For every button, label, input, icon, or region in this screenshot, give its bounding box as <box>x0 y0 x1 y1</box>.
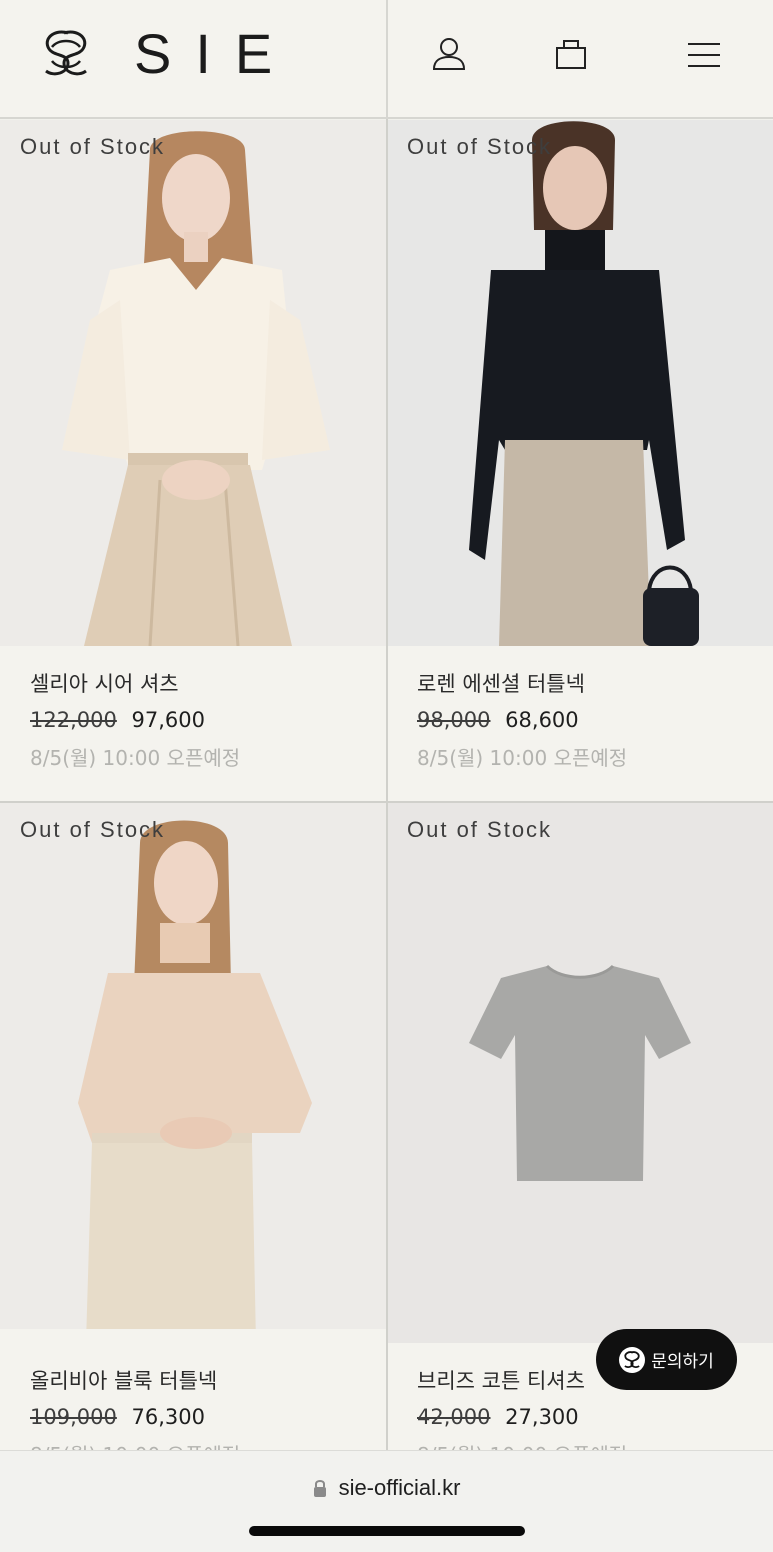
url-text[interactable]: sie-official.kr <box>339 1475 461 1501</box>
product-card[interactable]: Out of Stock 로렌 에센셜 터틀넥 98,000 68,600 8/… <box>387 120 773 801</box>
sale-price: 97,600 <box>131 708 206 732</box>
product-info: 로렌 에센셜 터틀넥 98,000 68,600 8/5(월) 10:00 오픈… <box>417 668 627 771</box>
hamburger-menu-icon[interactable] <box>686 36 722 72</box>
out-of-stock-badge: Out of Stock <box>407 817 553 842</box>
price-row: 98,000 68,600 <box>417 708 627 732</box>
out-of-stock-badge: Out of Stock <box>20 817 166 842</box>
chat-label: 문의하기 <box>651 1352 714 1372</box>
brand-monogram-icon <box>45 30 87 76</box>
brand-logo[interactable]: SIE <box>38 22 297 85</box>
original-price: 109,000 <box>30 1405 117 1429</box>
original-price: 42,000 <box>417 1405 491 1429</box>
open-schedule: 8/5(월) 10:00 오픈예정 <box>417 746 628 770</box>
product-name[interactable]: 브리즈 코튼 티셔츠 <box>417 1365 627 1395</box>
lock-icon <box>313 1480 326 1497</box>
product-name[interactable]: 셀리아 시어 셔츠 <box>30 668 240 698</box>
product-name[interactable]: 로렌 에센셜 터틀넥 <box>417 668 627 698</box>
original-price: 122,000 <box>30 708 117 732</box>
out-of-stock-badge: Out of Stock <box>407 134 553 159</box>
inquiry-chat-button[interactable]: 문의하기 <box>596 1329 737 1390</box>
sale-price: 68,600 <box>505 708 579 732</box>
product-info: 셀리아 시어 셔츠 122,000 97,600 8/5(월) 10:00 오픈… <box>30 668 240 771</box>
open-schedule: 8/5(월) 10:00 오픈예정 <box>417 1439 627 1450</box>
open-schedule: 8/5(월) 10:00 오픈예정 <box>30 1439 240 1450</box>
original-price: 98,000 <box>417 708 491 732</box>
open-schedule: 8/5(월) 10:00 오픈예정 <box>30 746 241 770</box>
product-image[interactable] <box>387 120 773 646</box>
product-name[interactable]: 올리비아 블룩 터틀넥 <box>30 1365 240 1395</box>
home-indicator[interactable] <box>249 1526 525 1536</box>
shopping-bag-icon[interactable] <box>553 36 589 72</box>
out-of-stock-badge: Out of Stock <box>20 134 166 159</box>
model-photo <box>0 803 386 1329</box>
price-row: 122,000 97,600 <box>30 708 240 732</box>
chat-brand-icon <box>619 1346 646 1373</box>
grid-vertical-divider <box>386 119 388 1450</box>
product-image[interactable] <box>0 120 386 646</box>
product-info: 올리비아 블룩 터틀넥 109,000 76,300 8/5(월) 10:00 … <box>30 1365 240 1450</box>
product-info: 브리즈 코튼 티셔츠 42,000 27,300 8/5(월) 10:00 오픈… <box>417 1365 627 1450</box>
model-photo <box>0 120 386 646</box>
product-image[interactable] <box>0 803 386 1329</box>
header-divider <box>386 0 388 119</box>
price-row: 42,000 27,300 <box>417 1405 627 1429</box>
model-photo <box>387 120 773 646</box>
sale-price: 76,300 <box>131 1405 206 1429</box>
url-container[interactable]: sie-official.kr <box>0 1475 773 1501</box>
price-row: 109,000 76,300 <box>30 1405 240 1429</box>
product-image[interactable] <box>387 803 773 1343</box>
user-icon[interactable] <box>431 36 467 72</box>
site-header: SIE <box>0 0 773 119</box>
brand-name: SIE <box>134 22 297 85</box>
tshirt-photo <box>387 803 773 1343</box>
sale-price: 27,300 <box>505 1405 579 1429</box>
product-card[interactable]: Out of Stock 셀리아 시어 셔츠 122,000 97,600 8/… <box>0 120 386 801</box>
grid-horizontal-divider <box>0 801 773 803</box>
product-card[interactable]: Out of Stock 올리비아 블룩 터틀넥 109,000 76,300 … <box>0 803 386 1450</box>
browser-address-bar[interactable]: sie-official.kr <box>0 1450 773 1552</box>
